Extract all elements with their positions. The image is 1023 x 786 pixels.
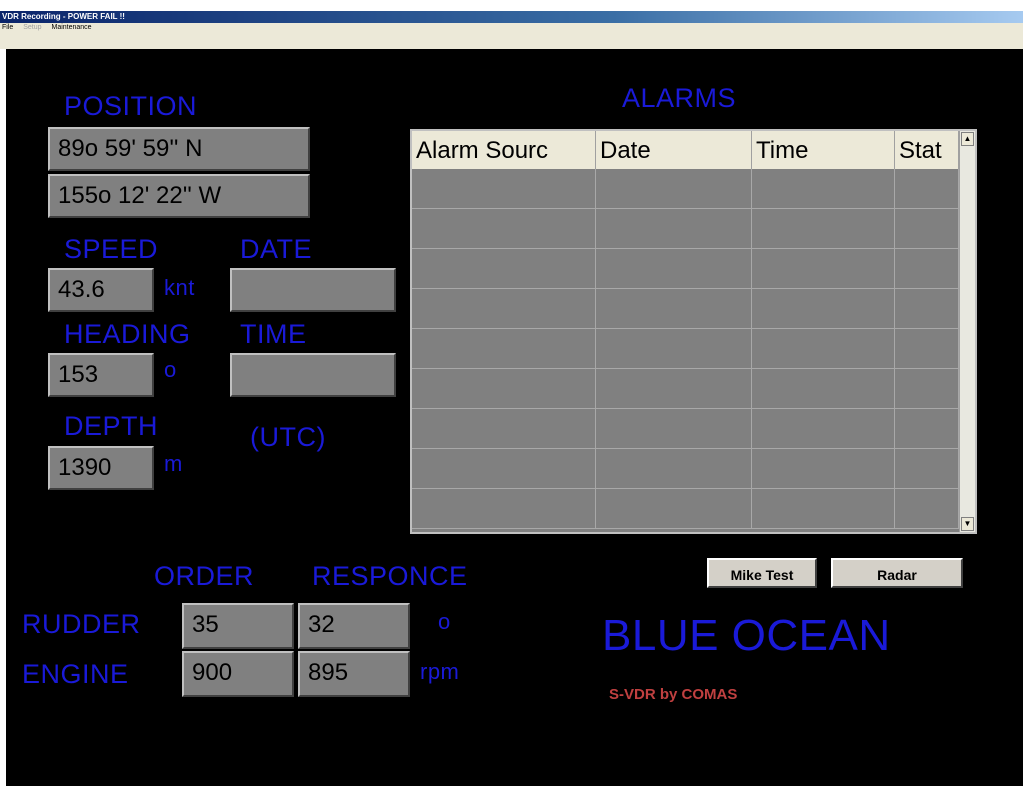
table-cell <box>412 369 596 408</box>
table-cell <box>596 369 752 408</box>
table-cell <box>895 169 959 208</box>
alarm-table-header: Alarm Sourc Date Time Stat <box>412 131 959 169</box>
heading-unit: o <box>164 357 177 382</box>
table-cell <box>752 249 895 288</box>
depth-label: DEPTH <box>64 411 159 441</box>
table-cell <box>412 489 596 528</box>
column-status[interactable]: Stat <box>895 131 959 169</box>
table-cell <box>412 409 596 448</box>
table-row[interactable] <box>412 449 959 489</box>
order-label: ORDER <box>154 561 255 591</box>
table-cell <box>752 449 895 488</box>
column-date[interactable]: Date <box>596 131 752 169</box>
rudder-response-field: 32 <box>298 603 410 649</box>
menu-file[interactable]: File <box>2 24 13 31</box>
speed-label: SPEED <box>64 234 159 264</box>
rudder-order-field: 35 <box>182 603 294 649</box>
table-cell <box>752 489 895 528</box>
heading-label: HEADING <box>64 319 191 349</box>
table-row[interactable] <box>412 209 959 249</box>
scroll-down-icon[interactable]: ▼ <box>961 517 974 531</box>
table-cell <box>596 489 752 528</box>
depth-field: 1390 <box>48 446 154 490</box>
alarm-table[interactable]: Alarm Sourc Date Time Stat ▲ ▼ <box>410 129 977 534</box>
heading-field: 153 <box>48 353 154 397</box>
engine-unit: rpm <box>420 659 460 684</box>
mike-test-button[interactable]: Mike Test <box>707 558 817 588</box>
table-cell <box>752 209 895 248</box>
column-time[interactable]: Time <box>752 131 895 169</box>
date-label: DATE <box>240 234 313 264</box>
table-cell <box>596 209 752 248</box>
table-cell <box>895 489 959 528</box>
table-cell <box>895 249 959 288</box>
window-title-bar: VDR Recording - POWER FAIL !! <box>0 11 1023 23</box>
date-field <box>230 268 396 312</box>
table-cell <box>412 209 596 248</box>
engine-response-field: 895 <box>298 651 410 697</box>
table-cell <box>895 289 959 328</box>
table-cell <box>596 249 752 288</box>
table-cell <box>895 409 959 448</box>
alarm-scrollbar[interactable]: ▲ ▼ <box>959 131 975 532</box>
latitude-field: 89o 59' 59'' N <box>48 127 310 171</box>
speed-unit: knt <box>164 275 195 300</box>
table-cell <box>596 289 752 328</box>
time-field <box>230 353 396 397</box>
position-label: POSITION <box>64 91 198 121</box>
radar-button[interactable]: Radar <box>831 558 963 588</box>
alarms-label: ALARMS <box>622 83 737 113</box>
table-cell <box>412 289 596 328</box>
table-cell <box>752 169 895 208</box>
brand-subtitle: S-VDR by COMAS <box>609 686 738 703</box>
rudder-label: RUDDER <box>22 609 141 639</box>
utc-label: (UTC) <box>250 422 326 452</box>
table-cell <box>895 329 959 368</box>
table-cell <box>412 249 596 288</box>
longitude-field: 155o 12' 22'' W <box>48 174 310 218</box>
menu-bar: File Setup Maintenance <box>0 23 1023 49</box>
table-cell <box>596 329 752 368</box>
table-cell <box>895 369 959 408</box>
table-row[interactable] <box>412 409 959 449</box>
table-row[interactable] <box>412 289 959 329</box>
table-cell <box>752 369 895 408</box>
window-title: VDR Recording - POWER FAIL !! <box>2 12 125 21</box>
engine-order-field: 900 <box>182 651 294 697</box>
table-cell <box>596 169 752 208</box>
depth-unit: m <box>164 451 183 476</box>
brand-name: BLUE OCEAN <box>602 611 891 660</box>
table-row[interactable] <box>412 369 959 409</box>
table-row[interactable] <box>412 169 959 209</box>
table-row[interactable] <box>412 329 959 369</box>
table-cell <box>895 209 959 248</box>
table-row[interactable] <box>412 249 959 289</box>
table-cell <box>752 329 895 368</box>
speed-field: 43.6 <box>48 268 154 312</box>
table-cell <box>412 169 596 208</box>
table-cell <box>752 409 895 448</box>
table-cell <box>596 409 752 448</box>
engine-label: ENGINE <box>22 659 129 689</box>
table-cell <box>752 289 895 328</box>
rudder-unit: o <box>438 609 451 634</box>
table-cell <box>895 449 959 488</box>
table-row[interactable] <box>412 489 959 529</box>
column-alarm-source[interactable]: Alarm Sourc <box>412 131 596 169</box>
time-label: TIME <box>240 319 307 349</box>
response-label: RESPONCE <box>312 561 468 591</box>
scroll-up-icon[interactable]: ▲ <box>961 132 974 146</box>
alarm-table-body <box>412 169 959 529</box>
table-cell <box>412 329 596 368</box>
menu-setup[interactable]: Setup <box>23 24 41 31</box>
menu-maintenance[interactable]: Maintenance <box>51 24 91 31</box>
table-cell <box>412 449 596 488</box>
table-cell <box>596 449 752 488</box>
vdr-display: POSITION 89o 59' 59'' N 155o 12' 22'' W … <box>6 49 1023 786</box>
